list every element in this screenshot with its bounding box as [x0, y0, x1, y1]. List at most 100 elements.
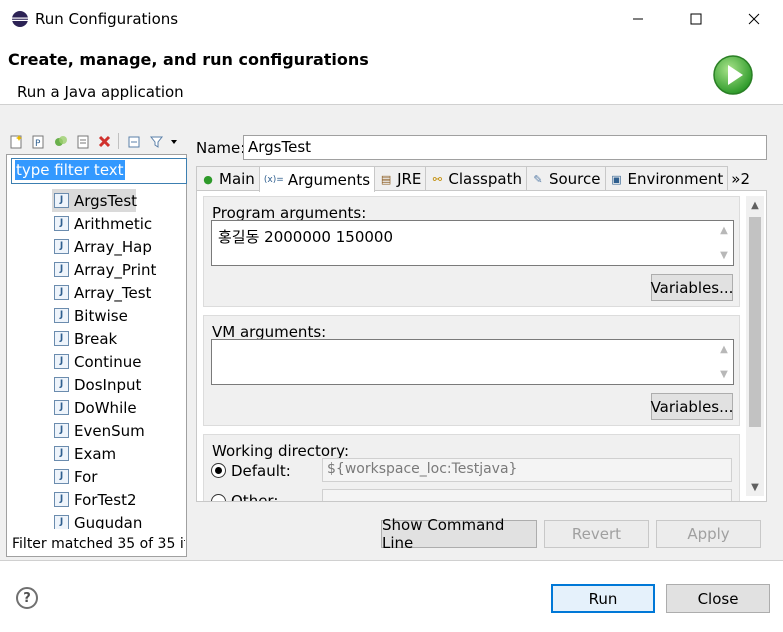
- show-command-line-button[interactable]: Show Command Line: [381, 516, 537, 552]
- view-menu-icon: [171, 139, 177, 144]
- config-item[interactable]: J EvenSum: [52, 419, 187, 442]
- window-title: Run Configurations: [35, 10, 179, 28]
- tab-jre[interactable]: ▤ JRE: [374, 166, 427, 191]
- other-directory-radio[interactable]: [211, 494, 226, 501]
- revert-button[interactable]: Revert: [544, 520, 649, 548]
- maximize-button[interactable]: [667, 0, 725, 38]
- new-config-button[interactable]: [8, 133, 25, 150]
- collapse-all-button[interactable]: [126, 133, 143, 150]
- filter-button[interactable]: [148, 133, 165, 150]
- more-tabs-button[interactable]: »2: [727, 166, 754, 191]
- config-toolbar: P: [8, 130, 178, 152]
- duplicate-button[interactable]: [52, 133, 69, 150]
- tab-environment[interactable]: ▣ Environment: [604, 166, 729, 191]
- java-app-icon: J: [54, 216, 69, 231]
- source-tab-icon: ✎: [533, 172, 543, 186]
- scroll-thumb[interactable]: [749, 217, 761, 427]
- arguments-tab-content: Program arguments: 홍길동 2000000 150000 ▲ ▼…: [196, 190, 767, 502]
- java-app-icon: J: [54, 193, 69, 208]
- tab-content-scrollbar[interactable]: ▲ ▼: [746, 196, 764, 496]
- run-button[interactable]: Run: [551, 584, 655, 613]
- config-item-label: DoWhile: [74, 398, 137, 417]
- config-item[interactable]: J For: [52, 465, 187, 488]
- name-input[interactable]: ArgsTest: [243, 135, 767, 160]
- config-item-label: Array_Test: [74, 283, 152, 302]
- filter-input[interactable]: type filter text: [11, 158, 187, 184]
- tab-source[interactable]: ✎ Source: [525, 166, 606, 191]
- close-window-button[interactable]: [725, 0, 783, 38]
- java-app-icon: J: [54, 423, 69, 438]
- program-arguments-input[interactable]: 홍길동 2000000 150000 ▲ ▼: [211, 220, 734, 266]
- tab-classpath[interactable]: ⚯ Classpath: [425, 166, 527, 191]
- config-item[interactable]: J Array_Hap: [52, 235, 187, 258]
- default-directory-radio[interactable]: [211, 463, 226, 478]
- arguments-tab-icon: (x)=: [263, 174, 284, 185]
- vm-arguments-variables-button[interactable]: Variables...: [651, 393, 733, 420]
- config-item-label: EvenSum: [74, 421, 145, 440]
- dialog-subtitle: Run a Java application: [17, 83, 184, 101]
- tab-label: JRE: [397, 170, 422, 188]
- config-item-label: For: [74, 467, 98, 486]
- export-icon: [77, 135, 89, 148]
- default-directory-field: ${workspace_loc:Testjava}: [322, 458, 732, 482]
- java-app-icon: J: [54, 262, 69, 277]
- config-item[interactable]: J ArgsTest: [52, 189, 137, 212]
- filter-status: Filter matched 35 of 35 items: [12, 536, 185, 552]
- config-item[interactable]: J Arithmetic: [52, 212, 187, 235]
- config-item-label: ForTest2: [74, 490, 137, 509]
- config-item[interactable]: J Array_Test: [52, 281, 187, 304]
- config-tabs: ● Main (x)= Arguments ▤ JRE ⚯ Classpath ✎ Source ▣…: [196, 166, 767, 192]
- close-button[interactable]: Close: [666, 584, 770, 613]
- new-config-icon: [10, 134, 22, 148]
- config-item[interactable]: J Array_Print: [52, 258, 187, 281]
- tab-label: Arguments: [287, 170, 371, 189]
- java-app-icon: J: [54, 377, 69, 392]
- program-arguments-scrollbar[interactable]: ▲ ▼: [716, 222, 732, 264]
- tab-main[interactable]: ● Main: [196, 166, 260, 191]
- export-button[interactable]: [74, 133, 91, 150]
- java-app-icon: J: [54, 331, 69, 346]
- config-item[interactable]: J ForTest2: [52, 488, 187, 511]
- tab-label: Classpath: [448, 170, 522, 188]
- program-arguments-variables-button[interactable]: Variables...: [651, 274, 733, 301]
- java-app-icon: J: [54, 285, 69, 300]
- help-button[interactable]: ?: [16, 587, 38, 609]
- config-item-label: Array_Print: [74, 260, 157, 279]
- config-item[interactable]: J Continue: [52, 350, 187, 373]
- new-prototype-icon: P: [32, 135, 44, 149]
- collapse-all-icon: [128, 136, 140, 147]
- config-item[interactable]: J Break: [52, 327, 187, 350]
- eclipse-icon: [12, 11, 28, 27]
- minimize-button[interactable]: [609, 0, 667, 38]
- config-item[interactable]: J DosInput: [52, 373, 187, 396]
- duplicate-icon: [55, 135, 67, 146]
- scroll-up-icon[interactable]: ▲: [746, 196, 764, 214]
- main-tab-icon: ●: [203, 172, 213, 186]
- minimize-icon: [633, 18, 643, 20]
- close-icon: [748, 13, 760, 25]
- scroll-down-icon[interactable]: ▼: [746, 478, 764, 496]
- java-app-icon: J: [54, 469, 69, 484]
- new-prototype-button[interactable]: P: [30, 133, 47, 150]
- config-item-label: DosInput: [74, 375, 142, 394]
- environment-tab-icon: ▣: [611, 172, 622, 186]
- config-item[interactable]: J Gugudan: [52, 511, 187, 529]
- apply-button[interactable]: Apply: [656, 520, 761, 548]
- config-item[interactable]: J Bitwise: [52, 304, 187, 327]
- view-menu-button[interactable]: [170, 133, 178, 150]
- java-app-icon: J: [54, 446, 69, 461]
- vm-arguments-scrollbar[interactable]: ▲ ▼: [716, 341, 732, 383]
- vm-arguments-input[interactable]: ▲ ▼: [211, 339, 734, 385]
- program-arguments-value: 홍길동 2000000 150000: [218, 228, 394, 246]
- toolbar-separator: [118, 133, 121, 149]
- tab-arguments[interactable]: (x)= Arguments: [258, 166, 376, 192]
- java-app-icon: J: [54, 354, 69, 369]
- filter-text: type filter text: [15, 160, 125, 180]
- java-app-icon: J: [54, 492, 69, 507]
- help-icon: ?: [23, 590, 31, 606]
- config-item-label: Arithmetic: [74, 214, 153, 233]
- config-item[interactable]: J DoWhile: [52, 396, 187, 419]
- run-icon: [713, 55, 753, 95]
- config-item[interactable]: J Exam: [52, 442, 187, 465]
- delete-button[interactable]: [96, 133, 113, 150]
